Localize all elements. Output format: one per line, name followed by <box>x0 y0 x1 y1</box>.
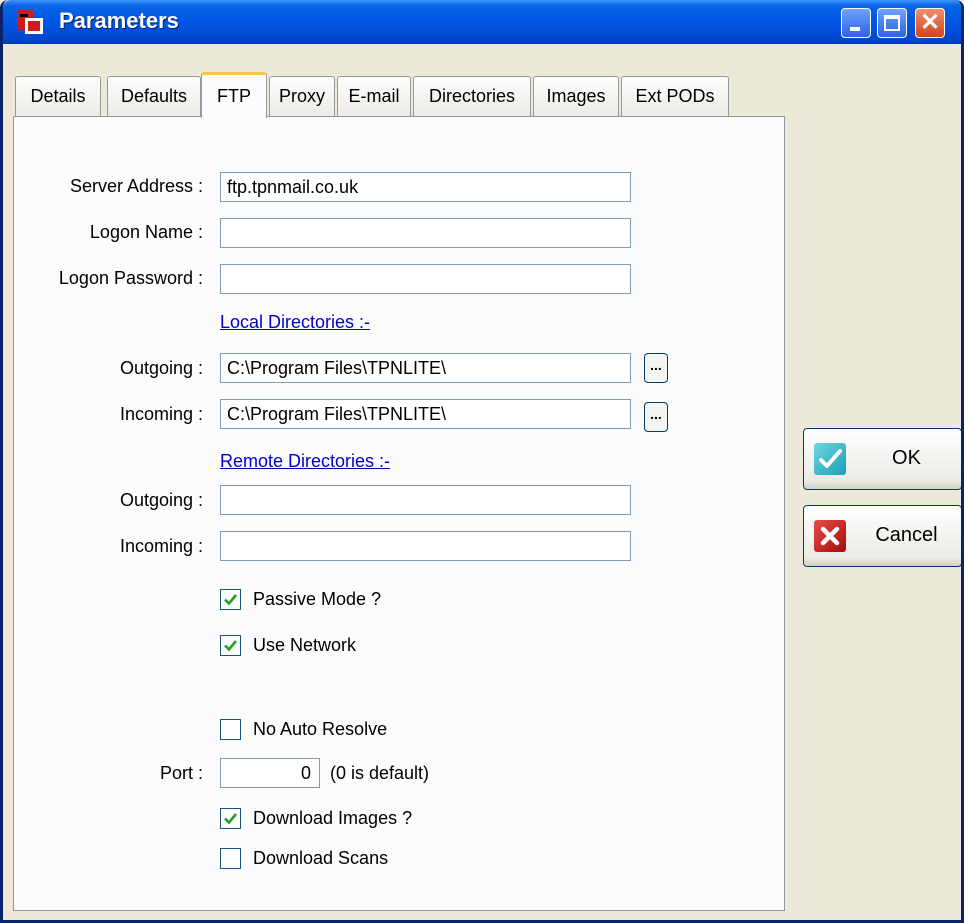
use-network-checkbox[interactable] <box>220 635 241 656</box>
local-outgoing-input[interactable]: C:\Program Files\TPNLITE\ <box>220 353 631 383</box>
no-auto-resolve-label: No Auto Resolve <box>253 719 388 739</box>
minimize-icon <box>850 27 860 31</box>
checkmark-icon <box>814 443 846 475</box>
remote-outgoing-label: Outgoing : <box>119 490 203 510</box>
use-network-label: Use Network <box>253 635 357 655</box>
tab-defaults[interactable]: Defaults <box>107 76 201 116</box>
port-label: Port : <box>159 763 203 783</box>
minimize-button[interactable] <box>841 8 871 38</box>
download-scans-checkbox[interactable] <box>220 848 241 869</box>
ok-button[interactable]: OK <box>803 428 961 490</box>
server-address-label: Server Address : <box>69 176 203 196</box>
download-images-checkbox[interactable] <box>220 808 241 829</box>
tab-ftp[interactable]: FTP <box>201 72 267 118</box>
checkmark-icon <box>224 594 238 606</box>
checkmark-icon <box>224 640 238 652</box>
tab-images[interactable]: Images <box>533 76 619 116</box>
logon-password-input[interactable] <box>220 264 631 294</box>
passive-mode-label: Passive Mode ? <box>253 589 382 609</box>
cancel-x-icon <box>814 520 846 552</box>
tab-email[interactable]: E-mail <box>337 76 411 116</box>
maximize-button[interactable] <box>877 8 907 38</box>
server-address-input[interactable]: ftp.tpnmail.co.uk <box>220 172 631 202</box>
close-icon: ✕ <box>919 9 941 36</box>
cancel-button[interactable]: Cancel <box>803 505 961 567</box>
passive-mode-checkbox[interactable] <box>220 589 241 610</box>
window-title: Parameters <box>59 8 179 33</box>
app-icon <box>15 8 45 36</box>
port-input[interactable]: 0 <box>220 758 320 788</box>
checkmark-icon <box>224 813 238 825</box>
logon-name-input[interactable] <box>220 218 631 248</box>
tab-proxy[interactable]: Proxy <box>269 76 335 116</box>
tab-ext-pods[interactable]: Ext PODs <box>621 76 729 116</box>
parameters-window: Parameters ✕ Details Defaults FTP Proxy … <box>0 0 964 923</box>
local-outgoing-label: Outgoing : <box>119 358 203 378</box>
local-incoming-input[interactable]: C:\Program Files\TPNLITE\ <box>220 399 631 429</box>
ok-button-label: OK <box>892 447 921 469</box>
remote-outgoing-input[interactable] <box>220 485 631 515</box>
logon-name-label: Logon Name : <box>89 222 203 242</box>
logon-password-label: Logon Password : <box>58 268 203 288</box>
no-auto-resolve-checkbox[interactable] <box>220 719 241 740</box>
tab-details[interactable]: Details <box>15 76 101 116</box>
port-hint: (0 is default) <box>330 763 430 783</box>
close-button[interactable]: ✕ <box>915 8 945 38</box>
tab-directories[interactable]: Directories <box>413 76 531 116</box>
title-bar[interactable]: Parameters ✕ <box>3 0 961 44</box>
remote-directories-link[interactable]: Remote Directories :- <box>220 451 390 472</box>
remote-incoming-input[interactable] <box>220 531 631 561</box>
local-incoming-label: Incoming : <box>119 404 203 424</box>
cancel-button-label: Cancel <box>875 524 938 546</box>
download-images-label: Download Images ? <box>253 808 413 828</box>
download-scans-label: Download Scans <box>253 848 389 868</box>
local-directories-link[interactable]: Local Directories :- <box>220 312 370 333</box>
local-incoming-browse-button[interactable]: ... <box>644 402 668 432</box>
maximize-icon <box>884 15 900 31</box>
remote-incoming-label: Incoming : <box>119 536 203 556</box>
local-outgoing-browse-button[interactable]: ... <box>644 353 668 383</box>
